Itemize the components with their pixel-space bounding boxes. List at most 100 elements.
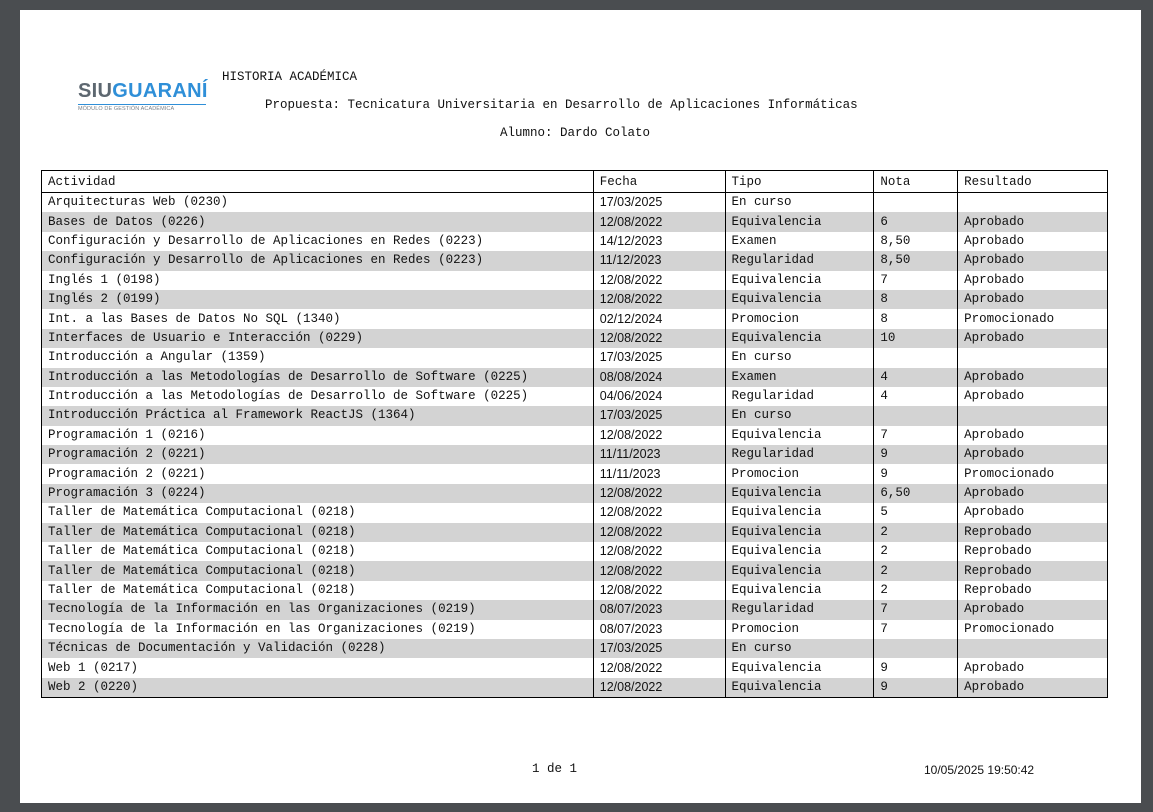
cell-tipo: Regularidad: [724, 445, 875, 465]
column-header-tipo: Tipo: [724, 170, 875, 193]
table-row: Taller de Matemática Computacional (0218…: [41, 522, 1108, 543]
table-row: Introducción a las Metodologías de Desar…: [41, 386, 1108, 407]
cell-resultado: Aprobado: [957, 289, 1108, 310]
table-row: Programación 3 (0224) 12/08/2022 Equivalen…: [41, 483, 1108, 504]
cell-tipo: Equivalencia: [724, 658, 875, 678]
cell-tipo: En curso: [724, 348, 875, 368]
document-page: SIUGUARANÍ MÓDULO DE GESTIÓN ACADÉMICA H…: [20, 10, 1141, 803]
cell-resultado: [957, 192, 1108, 213]
table-header-row: Actividad Fecha Tipo Nota Resultado: [41, 170, 1108, 193]
cell-resultado: [957, 638, 1108, 659]
cell-actividad: Bases de Datos (0226): [41, 212, 594, 232]
cell-resultado: Aprobado: [957, 231, 1108, 252]
cell-resultado: Reprobado: [957, 542, 1108, 562]
table-row: Web 2 (0220) 12/08/2022 Equivalencia 9 Aprob…: [41, 677, 1108, 698]
cell-tipo: Equivalencia: [724, 580, 875, 601]
cell-resultado: Aprobado: [957, 445, 1108, 465]
cell-nota: 8,50: [873, 251, 959, 271]
cell-fecha: 12/08/2022: [592, 483, 726, 504]
cell-fecha: 12/08/2022: [592, 677, 726, 698]
cell-tipo: En curso: [724, 638, 875, 659]
cell-nota: 9: [873, 445, 959, 465]
cell-nota: 7: [873, 619, 959, 639]
cell-fecha: 12/08/2022: [592, 289, 726, 310]
cell-fecha: 12/08/2022: [592, 561, 726, 581]
cell-nota: 6: [873, 212, 959, 232]
table-row: Taller de Matemática Computacional (0218…: [41, 542, 1108, 562]
column-header-nota: Nota: [873, 170, 959, 193]
cell-actividad: Programación 1 (0216): [41, 425, 594, 446]
cell-fecha: 12/08/2022: [592, 328, 726, 349]
cell-fecha: 11/12/2023: [592, 251, 726, 271]
table-row: Programación 1 (0216) 12/08/2022 Equivalen…: [41, 425, 1108, 446]
cell-nota: 2: [873, 522, 959, 543]
cell-fecha: 12/08/2022: [592, 522, 726, 543]
cell-actividad: Int. a las Bases de Datos No SQL (1340): [41, 309, 594, 329]
cell-fecha: 17/03/2025: [592, 406, 726, 426]
cell-nota: 7: [873, 600, 959, 620]
cell-resultado: Aprobado: [957, 328, 1108, 349]
cell-nota: 8,50: [873, 231, 959, 252]
document-title: HISTORIA ACADÉMICA: [222, 70, 358, 84]
cell-tipo: Regularidad: [724, 251, 875, 271]
cell-fecha: 12/08/2022: [592, 425, 726, 446]
table-row: Inglés 1 (0198) 12/08/2022 Equivalencia 7 Ap…: [41, 270, 1108, 290]
cell-fecha: 17/03/2025: [592, 348, 726, 368]
cell-tipo: Equivalencia: [724, 289, 875, 310]
table-row: Configuración y Desarrollo de Aplicacion…: [41, 231, 1108, 252]
cell-nota: 9: [873, 658, 959, 678]
cell-fecha: 12/08/2022: [592, 212, 726, 232]
table-row: Interfaces de Usuario e Interacción (022…: [41, 328, 1108, 349]
cell-tipo: Equivalencia: [724, 677, 875, 698]
cell-resultado: Aprobado: [957, 677, 1108, 698]
cell-fecha: 02/12/2024: [592, 309, 726, 329]
cell-resultado: Promocionado: [957, 309, 1108, 329]
table-row: Programación 2 (0221) 11/11/2023 Regularid…: [41, 445, 1108, 465]
column-header-resultado: Resultado: [957, 170, 1108, 193]
siu-guarani-logo: SIUGUARANÍ MÓDULO DE GESTIÓN ACADÉMICA: [78, 80, 208, 112]
cell-tipo: Equivalencia: [724, 212, 875, 232]
table-row: Arquitecturas Web (0230) 17/03/2025 En cur…: [41, 192, 1108, 213]
cell-actividad: Taller de Matemática Computacional (0218…: [41, 580, 594, 601]
cell-fecha: 08/08/2024: [592, 367, 726, 387]
cell-resultado: Aprobado: [957, 212, 1108, 232]
cell-nota: 10: [873, 328, 959, 349]
cell-resultado: Aprobado: [957, 503, 1108, 523]
table-row: Introducción Práctica al Framework React…: [41, 406, 1108, 426]
column-header-fecha: Fecha: [592, 170, 726, 193]
cell-actividad: Técnicas de Documentación y Validación (…: [41, 638, 594, 659]
cell-tipo: Examen: [724, 367, 875, 387]
cell-resultado: Promocionado: [957, 619, 1108, 639]
academic-history-table: Actividad Fecha Tipo Nota Resultado Arqu…: [41, 170, 1108, 699]
cell-actividad: Introducción a las Metodologías de Desar…: [41, 386, 594, 407]
logo-underline: [78, 104, 206, 105]
table-body: Arquitecturas Web (0230) 17/03/2025 En cur…: [41, 192, 1108, 698]
cell-actividad: Taller de Matemática Computacional (0218…: [41, 522, 594, 543]
cell-actividad: Inglés 1 (0198): [41, 270, 594, 290]
table-row: Bases de Datos (0226) 12/08/2022 Equivalen…: [41, 212, 1108, 232]
cell-tipo: Equivalencia: [724, 328, 875, 349]
cell-nota: 2: [873, 580, 959, 601]
logo-wordmark: SIUGUARANÍ: [78, 80, 208, 102]
cell-nota: 4: [873, 386, 959, 407]
logo-subtitle: MÓDULO DE GESTIÓN ACADÉMICA: [78, 106, 175, 112]
cell-fecha: 08/07/2023: [592, 600, 726, 620]
cell-nota: 9: [873, 677, 959, 698]
cell-fecha: 12/08/2022: [592, 658, 726, 678]
table-row: Int. a las Bases de Datos No SQL (1340) 0…: [41, 309, 1108, 329]
cell-actividad: Web 1 (0217): [41, 658, 594, 678]
cell-nota: 2: [873, 561, 959, 581]
cell-tipo: Equivalencia: [724, 503, 875, 523]
cell-resultado: Aprobado: [957, 270, 1108, 290]
cell-nota: [873, 348, 959, 368]
cell-tipo: En curso: [724, 192, 875, 213]
cell-actividad: Interfaces de Usuario e Interacción (022…: [41, 328, 594, 349]
table-row: Inglés 2 (0199) 12/08/2022 Equivalencia 8 Ap…: [41, 289, 1108, 310]
cell-tipo: Equivalencia: [724, 270, 875, 290]
table-row: Introducción a Angular (1359) 17/03/2025 E…: [41, 348, 1108, 368]
cell-tipo: Regularidad: [724, 386, 875, 407]
propuesta-line: Propuesta: Tecnicatura Universitaria en …: [265, 98, 858, 112]
cell-nota: 5: [873, 503, 959, 523]
cell-resultado: Aprobado: [957, 367, 1108, 387]
table-row: Taller de Matemática Computacional (0218…: [41, 503, 1108, 523]
